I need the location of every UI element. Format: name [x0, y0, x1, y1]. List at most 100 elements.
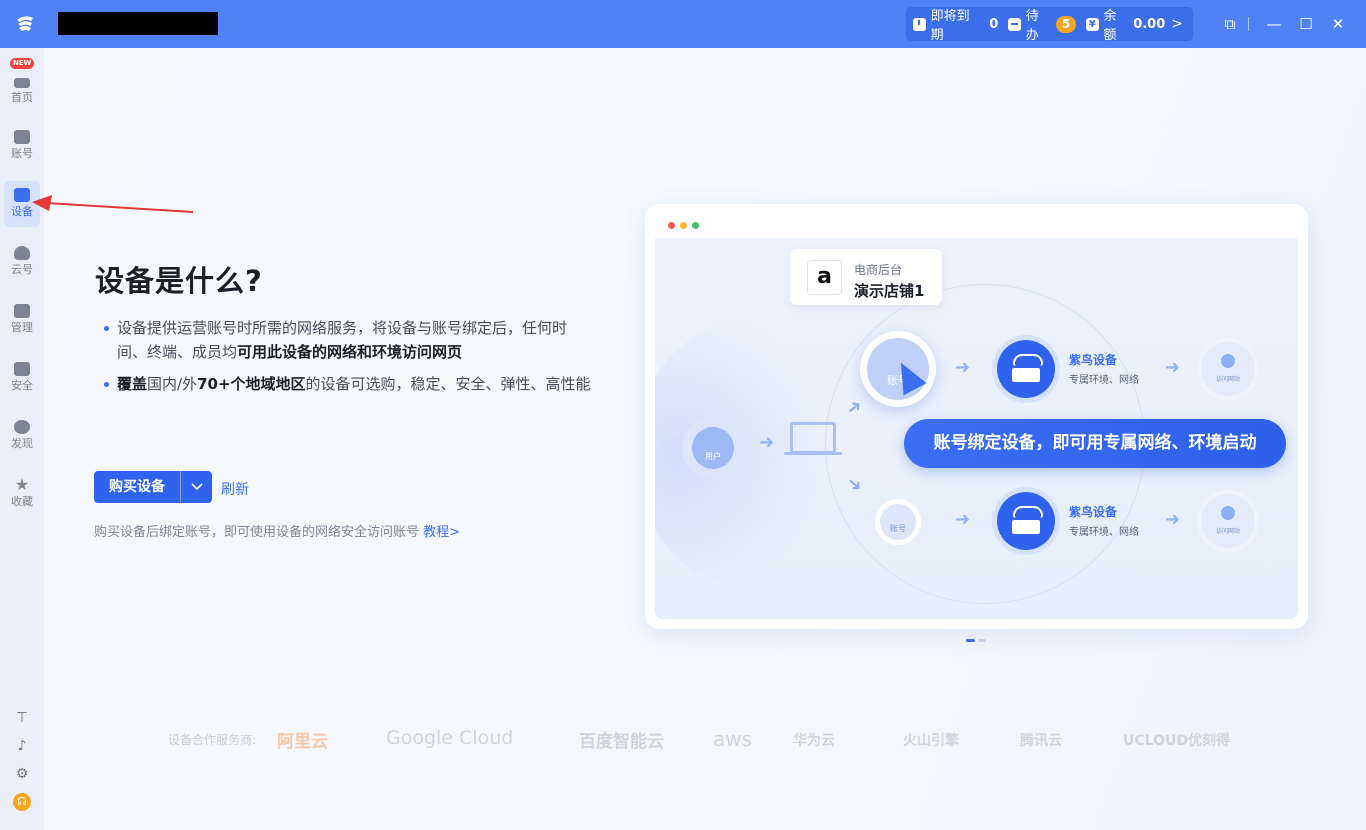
headset-icon[interactable]: ☊ [13, 793, 31, 811]
partner-logo-tencent-cloud: 腾讯云 [1020, 733, 1062, 749]
sidebar-item-cloud[interactable]: 云号 [4, 239, 40, 285]
banner: 账号绑定设备，即可用专属网络、环境启动 [904, 419, 1286, 468]
device-title: 紫鸟设备 [1069, 353, 1118, 367]
hint-text: 购买设备后绑定账号，即可使用设备的网络安全访问账号 教程> [94, 521, 460, 540]
arrow-right-icon: ➜ [759, 432, 775, 453]
partner-logo-ucloud: UCLOUD优刻得 [1123, 733, 1230, 749]
expiring-count: 0 [989, 16, 999, 32]
sidebar-item-discover[interactable]: 发现 [4, 413, 40, 459]
annotation-arrow-icon [32, 195, 194, 213]
chevron-right-icon: > [1171, 16, 1183, 32]
sidebar-item-label: 发现 [11, 437, 33, 450]
app-logo-icon [17, 16, 33, 31]
amazon-logo-icon: a [807, 260, 842, 295]
website-node: 访问网站 [1201, 342, 1255, 396]
account-node: 账号 [875, 499, 921, 545]
bullet-text: 的设备可选购，稳定、安全、弹性、高性能 [305, 375, 591, 393]
website-node: 访问网站 [1201, 494, 1255, 548]
sidebar-item-label: 安全 [11, 379, 33, 392]
window-dot [668, 222, 675, 229]
browser-topbar [655, 214, 1298, 238]
bullet-emphasis: 覆盖 [117, 375, 148, 393]
tutorial-link[interactable]: 教程> [423, 525, 460, 540]
buy-device-button[interactable]: 购买设备 [94, 471, 212, 503]
redacted-title [58, 12, 218, 35]
partners-label: 设备合作服务商: [168, 733, 257, 747]
device-node-icon [997, 340, 1055, 398]
bullet-emphasis: 可用此设备的网络和环境访问网页 [237, 343, 463, 361]
store-icon [14, 130, 30, 144]
signpost-icon[interactable]: ⊤ [13, 709, 31, 727]
illustration-card: a 电商后台 演示店铺1 用户 ➜ ➜ ➜ 账号 ➜ 紫鸟设备 专属环境、网络 … [645, 204, 1308, 629]
partner-logo-volcengine: 火山引擎 [903, 733, 959, 749]
partner-logo-baidu-cloud: 百度智能云 [579, 732, 664, 752]
expiring-group[interactable]: 即将到期 0 [913, 5, 998, 43]
sidebar-item-label: 云号 [11, 263, 33, 276]
manage-icon [14, 304, 30, 318]
sidebar-item-accounts[interactable]: 账号 [4, 123, 40, 169]
carousel-dot-active[interactable] [966, 639, 975, 642]
sidebar-item-security[interactable]: 安全 [4, 355, 40, 401]
partner-logo-google-cloud: Google Cloud [386, 727, 514, 749]
todo-label: 待办 [1025, 9, 1039, 43]
todo-count-badge: 5 [1055, 15, 1077, 33]
status-pill[interactable]: 即将到期 0 待办 5 ¥ 余额 0.00 > [906, 5, 1193, 43]
close-button[interactable]: ✕ [1328, 14, 1348, 34]
device-title: 紫鸟设备 [1069, 505, 1118, 519]
bell-icon[interactable]: ♪ [13, 737, 31, 755]
store-category: 电商后台 [854, 263, 903, 277]
home-icon [14, 78, 30, 88]
window-dot [680, 222, 687, 229]
sidebar-item-label: 管理 [11, 321, 33, 334]
page-title: 设备是什么? [95, 264, 263, 298]
balance-group[interactable]: ¥ 余额 0.00 > [1086, 5, 1183, 43]
bullet-text: 国内/外 [147, 375, 198, 393]
compass-icon [14, 420, 30, 434]
sidebar-item-favorites[interactable]: ★ 收藏 [4, 471, 40, 517]
partner-logo-aws: aws [713, 727, 753, 751]
sidebar-item-label: 首页 [11, 91, 33, 104]
calendar-check-icon [1008, 17, 1021, 31]
divider [1248, 17, 1249, 31]
window-dot [692, 222, 699, 229]
refresh-link[interactable]: 刷新 [221, 479, 249, 499]
carousel-dot[interactable] [978, 639, 986, 642]
sidebar: NEW 首页 账号 设备 云号 管理 安全 发现 ★ 收藏 ⊤ ♪ ⚙ ☊ [0, 48, 44, 830]
website-label: 访问网站 [1215, 528, 1240, 535]
cloud-icon [14, 246, 30, 260]
pin-window-button[interactable]: ⧉ [1220, 14, 1240, 34]
buy-device-label[interactable]: 购买设备 [94, 471, 180, 503]
illustration-canvas: a 电商后台 演示店铺1 用户 ➜ ➜ ➜ 账号 ➜ 紫鸟设备 专属环境、网络 … [655, 214, 1298, 619]
new-badge: NEW [10, 58, 35, 69]
title-bar: 即将到期 0 待办 5 ¥ 余额 0.00 > ⧉ — ☐ ✕ [0, 0, 1366, 48]
expiring-label: 即将到期 [930, 9, 970, 43]
minimize-button[interactable]: — [1264, 14, 1284, 34]
arrow-right-icon: ➜ [955, 509, 971, 530]
laptop-icon [784, 422, 842, 455]
partner-logo-aliyun: 阿里云 [277, 732, 328, 752]
sidebar-item-home[interactable]: NEW 首页 [4, 58, 40, 106]
gear-icon[interactable]: ⚙ [13, 765, 31, 783]
device-subtitle: 专属环境、网络 [1069, 375, 1139, 386]
partner-logo-huawei-cloud: 华为云 [793, 733, 835, 749]
device-node-icon [997, 492, 1055, 550]
user-label: 用户 [692, 427, 734, 469]
arrow-right-icon: ➜ [955, 357, 971, 378]
hint-label: 购买设备后绑定账号，即可使用设备的网络安全访问账号 [94, 525, 424, 540]
store-name: 演示店铺1 [854, 282, 925, 300]
globe-icon [1221, 506, 1235, 520]
arrow-right-icon: ➜ [1165, 357, 1181, 378]
store-card: a 电商后台 演示店铺1 [790, 249, 942, 305]
sidebar-item-manage[interactable]: 管理 [4, 297, 40, 343]
arrow-right-icon: ➜ [1165, 509, 1181, 530]
todo-group[interactable]: 待办 5 [1008, 5, 1077, 43]
globe-icon [1221, 354, 1235, 368]
sidebar-item-label: 收藏 [11, 495, 33, 508]
bullet-emphasis: 70+个地域地区 [197, 375, 306, 393]
yen-icon: ¥ [1086, 17, 1099, 31]
feature-bullet: 覆盖国内/外70+个地域地区的设备可选购，稳定、安全、弹性、高性能 [104, 372, 594, 396]
chevron-down-icon[interactable] [181, 471, 212, 503]
shield-icon [14, 362, 30, 376]
website-label: 访问网站 [1215, 376, 1240, 383]
maximize-button[interactable]: ☐ [1296, 14, 1316, 34]
